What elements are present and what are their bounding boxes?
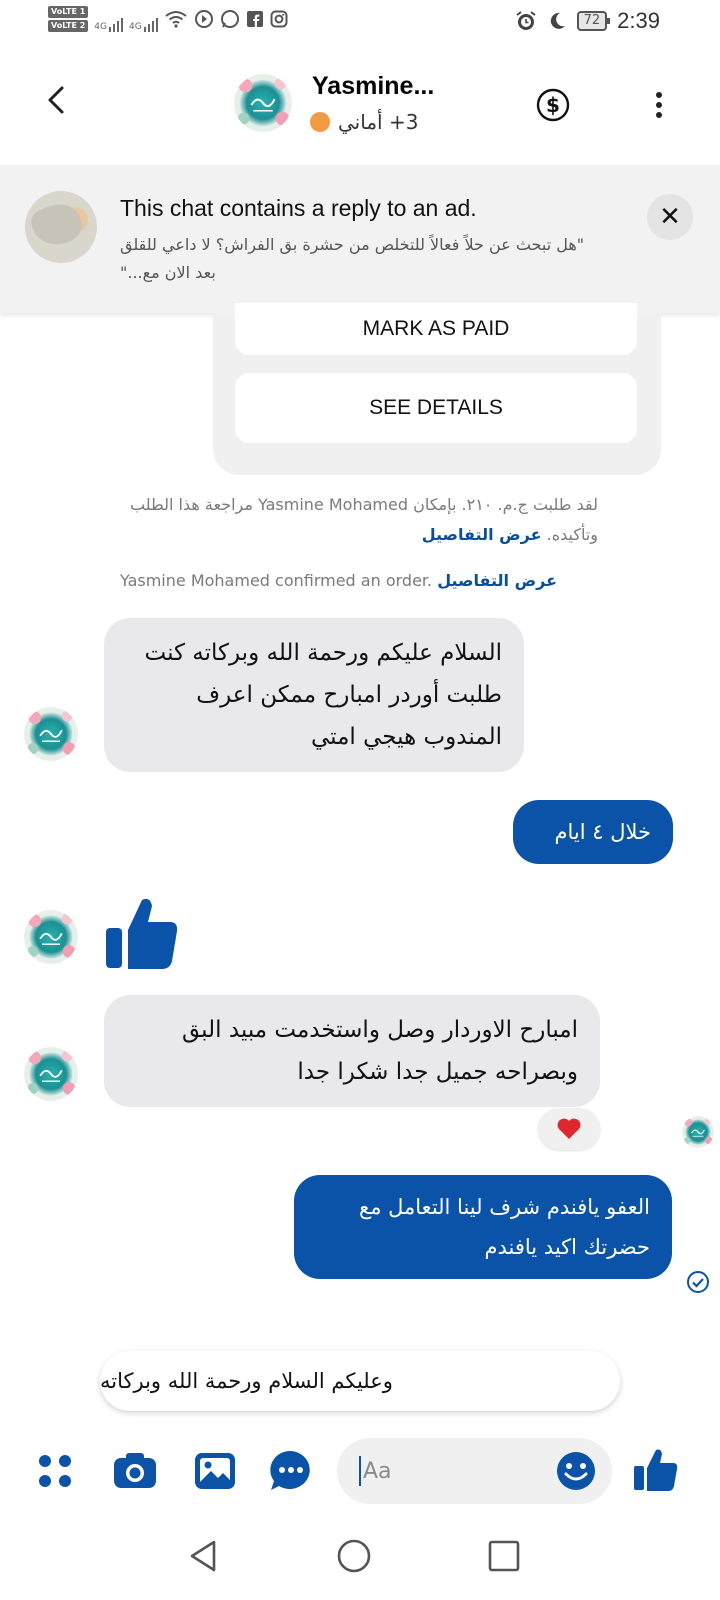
network-2-label: 4G [129, 22, 142, 32]
nav-home-icon[interactable] [334, 1536, 374, 1576]
data-saver-icon [194, 10, 213, 28]
system-navigation-bar [0, 1510, 720, 1600]
order-request-notice: لقد طلبت ج.م. ٢١٠. بإمكان Yasmine Mohame… [118, 490, 598, 550]
thumbs-up-icon[interactable] [104, 894, 178, 970]
wifi-icon [165, 11, 187, 28]
message-composer [0, 1430, 720, 1510]
signal-2-icon: 4G [129, 6, 158, 32]
do-not-disturb-moon-icon [550, 12, 565, 29]
outgoing-message[interactable]: العفو يافندم شرف لينا التعامل مع حضرتك ا… [294, 1175, 672, 1279]
see-details-button[interactable]: SEE DETAILS [235, 373, 637, 443]
network-1-label: 4G [94, 22, 107, 32]
ad-reply-banner[interactable]: This chat contains a reply to an ad. "هل… [0, 165, 720, 313]
incoming-message[interactable]: امبارح الاوردار وصل واستخدمت مبيد البق و… [104, 995, 600, 1107]
view-details-link-2[interactable]: عرض التفاصيل [437, 571, 557, 590]
contact-name[interactable]: Yasmine... [312, 72, 434, 101]
chat-header: Yasmine... 3+ أماني $ [0, 50, 720, 165]
chat-bubble-icon[interactable] [268, 1448, 314, 1494]
sender-avatar[interactable] [24, 1047, 78, 1101]
seen-by-avatar [682, 1116, 714, 1148]
whatsapp-icon [220, 10, 239, 28]
more-actions-icon[interactable] [32, 1448, 78, 1494]
back-arrow-icon[interactable] [40, 82, 76, 118]
clock: 2:39 [617, 8, 660, 33]
status-bar-left: VoLTE 1 VoLTE 2 4G 4G [48, 6, 288, 32]
ad-banner-title: This chat contains a reply to an ad. [120, 195, 477, 221]
contact-avatar[interactable] [234, 74, 292, 132]
volte-2-badge: VoLTE 2 [48, 20, 89, 32]
contact-subtitle-text: 3+ أماني [338, 110, 419, 134]
alarm-icon [516, 11, 536, 30]
close-icon: ✕ [659, 202, 681, 232]
signal-1-icon: 4G [94, 6, 123, 32]
sender-avatar[interactable] [24, 910, 78, 964]
status-dot [310, 112, 330, 132]
incoming-message[interactable]: السلام عليكم ورحمة الله وبركاته كنت طلبت… [104, 618, 524, 772]
volte-1-badge: VoLTE 1 [48, 6, 89, 18]
ad-banner-description: "هل تبحث عن حلاً فعالاً للتخلص من حشرة ب… [120, 235, 585, 282]
payment-dollar-icon[interactable]: $ [536, 88, 570, 122]
order-confirmed-text: Yasmine Mohamed confirmed an order. [120, 571, 433, 590]
heart-icon [557, 1118, 581, 1139]
quick-reply-text: وعليكم السلام ورحمة الله وبركاته [100, 1369, 393, 1393]
camera-icon[interactable] [112, 1448, 158, 1494]
facebook-icon [246, 11, 263, 27]
mark-as-paid-button[interactable]: MARK AS PAID [235, 303, 637, 355]
heart-reaction[interactable] [538, 1108, 600, 1150]
sent-check-icon [687, 1271, 709, 1293]
thumbs-up-send-icon[interactable] [632, 1446, 678, 1492]
nav-recents-icon[interactable] [484, 1536, 524, 1576]
status-bar-right: 72 2:39 [515, 8, 660, 34]
message-input-container [337, 1438, 612, 1504]
more-options-icon[interactable] [645, 90, 673, 120]
gallery-icon[interactable] [192, 1448, 238, 1494]
contact-subtitle: 3+ أماني [310, 110, 418, 134]
ad-thumbnail [25, 191, 97, 263]
volte-badges: VoLTE 1 VoLTE 2 [48, 6, 89, 32]
order-card: MARK AS PAID SEE DETAILS [213, 303, 661, 475]
nav-back-icon[interactable] [184, 1536, 224, 1576]
view-details-link-1[interactable]: عرض التفاصيل [422, 525, 542, 544]
outgoing-message[interactable]: خلال ٤ ايام [513, 800, 673, 864]
message-input[interactable] [359, 1456, 539, 1486]
sender-avatar[interactable] [24, 707, 78, 761]
emoji-icon[interactable] [555, 1450, 597, 1492]
close-banner-button[interactable]: ✕ [647, 194, 693, 240]
svg-text:$: $ [546, 93, 560, 117]
status-bar: VoLTE 1 VoLTE 2 4G 4G 72 2:39 [0, 0, 720, 50]
quick-reply-suggestion[interactable]: وعليكم السلام ورحمة الله وبركاته [100, 1351, 620, 1411]
instagram-icon [270, 10, 288, 28]
order-confirmed-notice: Yasmine Mohamed confirmed an order. عرض … [120, 566, 600, 596]
battery-indicator: 72 [576, 11, 610, 31]
